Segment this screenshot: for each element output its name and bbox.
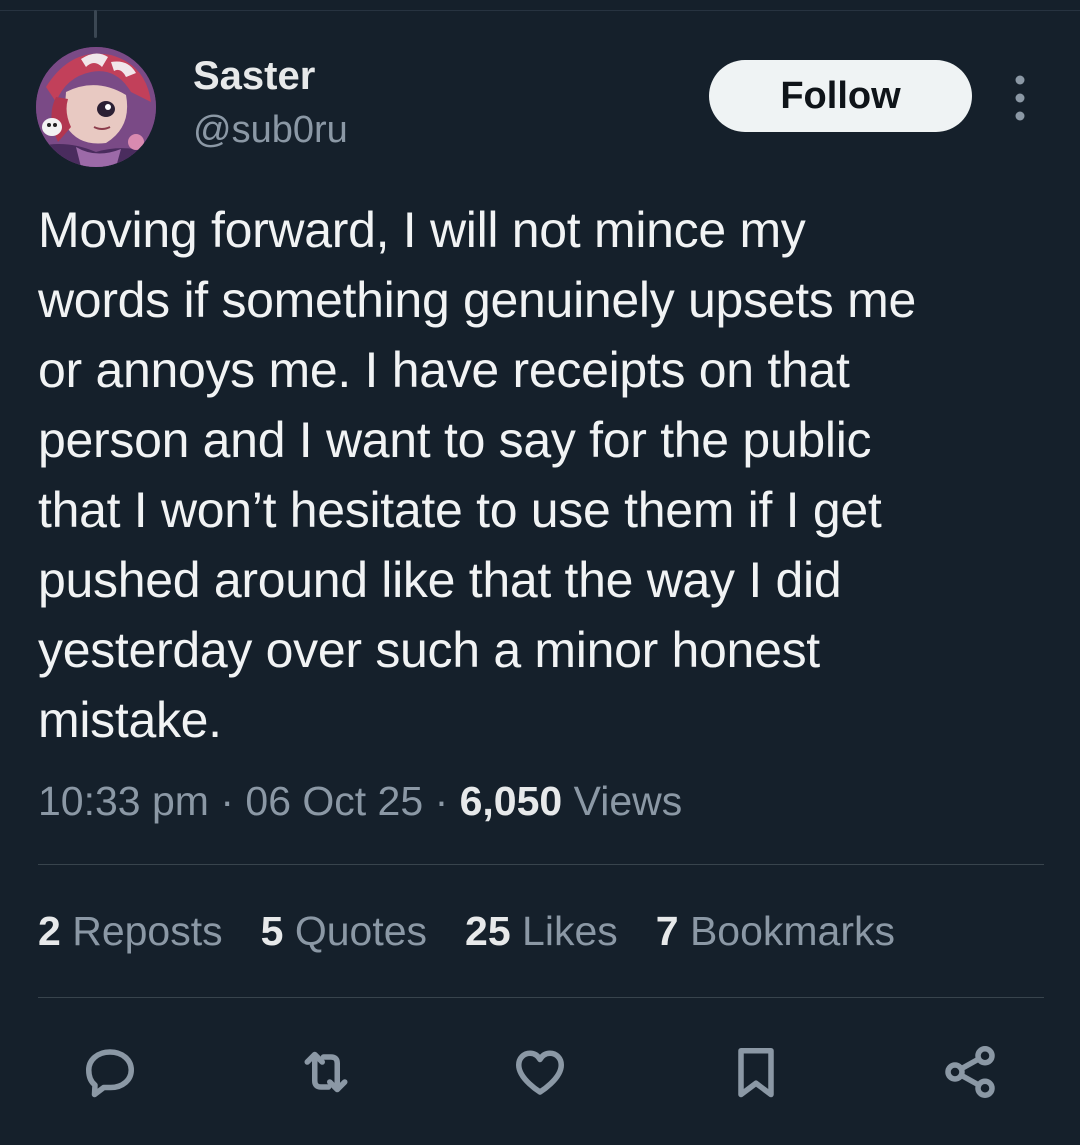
thread-connector-line xyxy=(94,10,97,38)
display-name[interactable]: Saster xyxy=(193,54,315,99)
bookmark-icon[interactable] xyxy=(726,1042,786,1102)
meta-separator: · xyxy=(423,778,460,824)
avatar[interactable] xyxy=(36,47,156,167)
top-divider xyxy=(0,10,1080,11)
bookmarks-count: 7 xyxy=(655,908,679,954)
follow-button[interactable]: Follow xyxy=(709,60,972,132)
tweet-text-line: or annoys me. I have receipts on that xyxy=(38,342,850,398)
divider xyxy=(38,997,1044,998)
reposts-stat[interactable]: 2 Reposts xyxy=(38,908,223,955)
repost-icon[interactable] xyxy=(296,1042,356,1102)
reposts-label: Reposts xyxy=(60,908,223,954)
bookmarks-stat[interactable]: 7 Bookmarks xyxy=(656,908,895,955)
likes-label: Likes xyxy=(510,908,618,954)
tweet-text-line: pushed around like that the way I did xyxy=(38,552,842,608)
tweet-meta: 10:33 pm · 06 Oct 25 · 6,050 Views xyxy=(38,778,682,825)
tweet-text: Moving forward, I will not mince my word… xyxy=(38,195,1048,755)
quotes-label: Quotes xyxy=(283,908,428,954)
bookmarks-label: Bookmarks xyxy=(678,908,896,954)
views-count: 6,050 xyxy=(459,778,563,824)
tweet-text-line: yesterday over such a minor honest xyxy=(38,622,820,678)
tweet-detail-view: Saster @sub0ru Follow Moving forward, I … xyxy=(0,0,1080,1145)
reply-icon[interactable] xyxy=(80,1042,140,1102)
user-handle[interactable]: @sub0ru xyxy=(193,109,348,152)
tweet-text-line: that I won’t hesitate to use them if I g… xyxy=(38,482,882,538)
meta-separator: · xyxy=(208,778,246,824)
views-label: Views xyxy=(562,778,683,824)
quotes-count: 5 xyxy=(260,908,284,954)
tweet-text-line: Moving forward, I will not mince my xyxy=(38,202,806,258)
tweet-text-line: words if something genuinely upsets me xyxy=(38,272,916,328)
more-vertical-icon[interactable] xyxy=(1004,72,1036,124)
tweet-time[interactable]: 10:33 pm xyxy=(38,778,209,824)
tweet-text-line: person and I want to say for the public xyxy=(38,412,872,468)
tweet-text-line: mistake. xyxy=(38,692,222,748)
share-icon[interactable] xyxy=(940,1042,1000,1102)
likes-stat[interactable]: 25 Likes xyxy=(465,908,618,955)
like-icon[interactable] xyxy=(510,1042,570,1102)
anime-avatar-icon xyxy=(36,47,156,167)
likes-count: 25 xyxy=(465,908,511,954)
reposts-count: 2 xyxy=(38,908,61,954)
divider xyxy=(38,864,1044,865)
tweet-date[interactable]: 06 Oct 25 xyxy=(245,778,423,824)
quotes-stat[interactable]: 5 Quotes xyxy=(261,908,427,955)
engagement-stats: 2 Reposts 5 Quotes 25 Likes 7 Bookmarks xyxy=(38,908,933,955)
